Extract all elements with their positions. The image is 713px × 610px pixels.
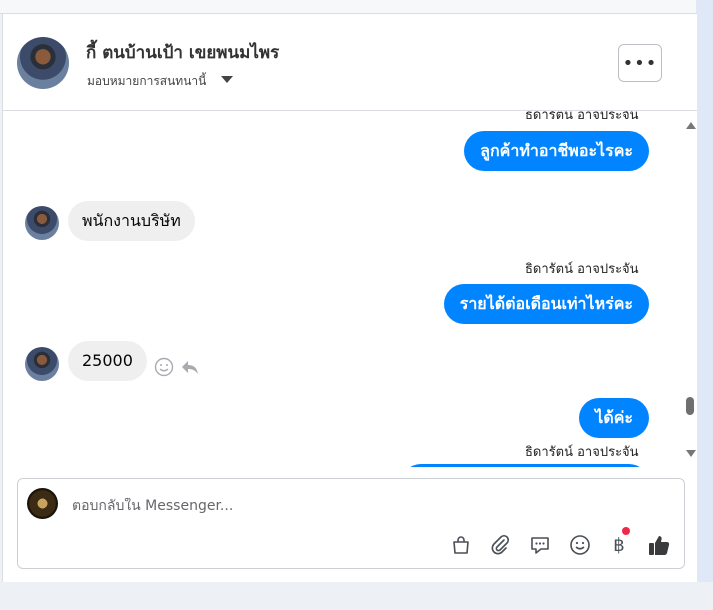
contact-name[interactable]: กี้ ตนบ้านเป้า เขยพนมไพร — [86, 39, 279, 66]
outgoing-message[interactable]: ได้ค่ะ — [579, 398, 649, 438]
outgoing-message-partial[interactable] — [401, 464, 649, 467]
payment-baht-icon[interactable]: ฿ — [607, 527, 631, 557]
notification-dot — [622, 527, 630, 535]
conversation-header: กี้ ตนบ้านเป้า เขยพนมไพร มอบหมายการสนทนา… — [3, 14, 697, 111]
baht-symbol: ฿ — [613, 534, 625, 556]
scroll-thumb[interactable] — [686, 397, 694, 415]
conversation-panel: กี้ ตนบ้านเป้า เขยพนมไพร มอบหมายการสนทนา… — [2, 13, 697, 583]
shopping-bag-icon[interactable] — [449, 533, 473, 557]
thread-scrollbar[interactable] — [684, 114, 696, 474]
contact-avatar-small — [25, 206, 59, 240]
sender-label: ธิดารัตน์ อาจประจัน — [525, 262, 639, 277]
thumbs-up-icon[interactable] — [647, 533, 671, 557]
message-thread: ธิดารัตน์ อาจประจัน ลูกค้าทำอาชีพอะไรคะ … — [3, 111, 683, 467]
reply-input[interactable] — [72, 498, 632, 514]
smiley-react-icon[interactable] — [154, 357, 174, 377]
reply-icon[interactable] — [180, 357, 200, 377]
sender-label: ธิดารัตน์ อาจประจัน — [525, 111, 639, 123]
scroll-up-icon[interactable] — [686, 122, 696, 129]
page-footer-background — [0, 582, 713, 610]
outgoing-message[interactable]: รายได้ต่อเดือนเท่าไหร่คะ — [443, 284, 649, 324]
attachment-icon[interactable] — [488, 533, 512, 557]
assign-conversation-label[interactable]: มอบหมายการสนทนานี้ — [87, 72, 206, 91]
page-avatar — [27, 488, 58, 519]
scroll-down-icon[interactable] — [686, 450, 696, 457]
chevron-down-icon[interactable] — [221, 76, 233, 83]
sender-label: ธิดารัตน์ อาจประจัน — [525, 445, 639, 460]
top-border — [0, 0, 696, 14]
saved-reply-icon[interactable] — [528, 533, 552, 557]
more-options-button[interactable]: ••• — [618, 44, 662, 82]
contact-avatar[interactable] — [17, 37, 69, 89]
incoming-message[interactable]: พนักงานบริษัท — [68, 201, 195, 241]
reply-composer: ฿ — [17, 478, 685, 569]
message-actions — [154, 357, 200, 377]
outgoing-message[interactable]: ลูกค้าทำอาชีพอะไรคะ — [464, 131, 649, 171]
emoji-icon[interactable] — [568, 533, 592, 557]
incoming-message[interactable]: 25000 — [68, 341, 147, 381]
contact-avatar-small — [25, 347, 59, 381]
